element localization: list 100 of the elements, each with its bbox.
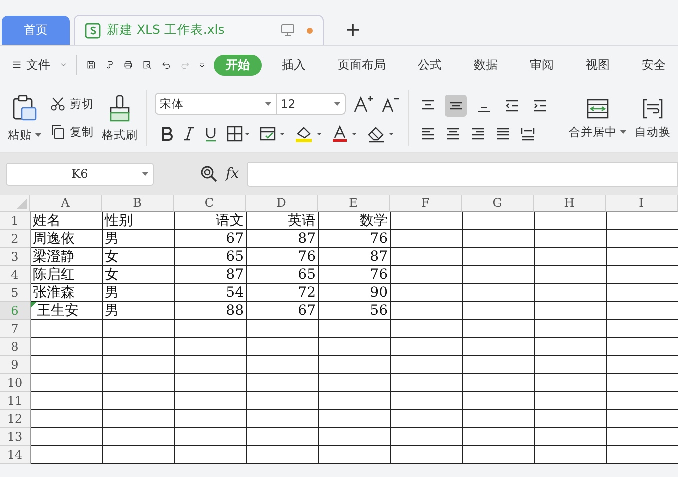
ribbon-tab[interactable]: 公式 [406,54,454,76]
row-header[interactable]: 10 [0,374,31,392]
table-cell [535,356,607,374]
function-label[interactable]: fx [226,166,240,182]
cut-button[interactable]: 剪切 [50,96,94,112]
table-cell [31,410,103,428]
align-right-icon[interactable] [470,127,486,141]
column-header[interactable]: I [606,195,678,212]
table-cell [175,446,247,464]
copy-icon [50,124,66,140]
table-cell [391,284,463,302]
table-cell [103,392,175,410]
ribbon-tab[interactable]: 视图 [574,54,622,76]
copy-button[interactable]: 复制 [50,124,94,140]
table-cell [391,428,463,446]
column-header[interactable]: F [390,195,462,212]
column-header[interactable]: B [102,195,174,212]
font-size-dropdown[interactable]: 12 [276,93,346,115]
table-cell: 87 [247,230,319,248]
zoom-icon[interactable] [200,165,218,183]
fill-color-icon[interactable] [295,125,323,143]
column-header[interactable]: H [534,195,606,212]
table-cell [391,212,463,230]
column-header[interactable]: E [318,195,390,212]
scissors-icon [50,96,66,112]
column-header[interactable]: A [30,195,102,212]
formula-input[interactable] [247,162,678,186]
table-cell [319,446,391,464]
table-cell [535,320,607,338]
new-tab-icon[interactable] [346,23,360,37]
table-cell [535,338,607,356]
row-header[interactable]: 4 [0,266,31,284]
font-color-icon[interactable] [332,125,358,143]
monitor-icon[interactable] [281,24,295,37]
table-cell [319,410,391,428]
cell-style-icon[interactable] [260,126,286,142]
table-cell [247,356,319,374]
row-header[interactable]: 9 [0,356,31,374]
table-cell [535,266,607,284]
table-cell [391,230,463,248]
borders-icon[interactable] [227,126,251,142]
table-cell [463,446,535,464]
table-cell [175,338,247,356]
file-menu[interactable]: 文件 [26,56,51,74]
paste-button[interactable]: 粘贴 [8,94,42,142]
caret-icon [142,172,149,176]
italic-icon[interactable] [183,126,195,142]
table-cell [463,410,535,428]
table-cell [463,320,535,338]
ribbon-tab[interactable]: 数据 [462,54,510,76]
table-cell [463,248,535,266]
table-cell [535,410,607,428]
bold-icon[interactable] [160,126,174,142]
eraser-icon[interactable] [367,125,395,143]
ribbon-tab[interactable]: 审阅 [518,54,566,76]
table-cell [247,338,319,356]
row-header[interactable]: 7 [0,320,31,338]
format-painter-button[interactable]: 格式刷 [102,94,138,142]
indent-icon [532,99,548,113]
row-header[interactable]: 3 [0,248,31,266]
row-header[interactable]: 12 [0,410,31,428]
column-header[interactable]: D [246,195,318,212]
table-cell [103,356,175,374]
table-cell: 87 [319,248,391,266]
align-center-icon[interactable] [445,127,461,141]
wrap-text-button[interactable]: 自动换 [635,96,671,140]
table-cell [391,248,463,266]
ribbon-tab[interactable]: 安全 [630,54,678,76]
middle-align-button[interactable] [445,95,467,117]
table-cell [31,392,103,410]
table-cell [319,392,391,410]
underline-icon[interactable] [204,126,218,142]
more-icon[interactable] [199,60,206,70]
row-header[interactable]: 8 [0,338,31,356]
table-cell: 67 [247,302,319,320]
increase-font-icon[interactable] [354,95,374,113]
justify-icon[interactable] [495,127,511,141]
column-header[interactable]: C [174,195,246,212]
row-header[interactable]: 5 [0,284,31,302]
table-cell: 88 [175,302,247,320]
name-box[interactable]: K6 [6,162,154,186]
menu-icon[interactable] [13,59,21,71]
row-header[interactable]: 13 [0,428,31,446]
table-cell: 女 [103,266,175,284]
column-header[interactable]: G [462,195,534,212]
chevron-down-icon[interactable] [60,62,66,68]
distribute-icon[interactable] [520,127,536,141]
row-header[interactable]: 11 [0,392,31,410]
table-cell [175,356,247,374]
font-dropdown[interactable]: 宋体 [155,93,277,115]
ribbon-tab[interactable]: 页面布局 [326,54,398,76]
row-header[interactable]: 1 [0,212,31,230]
table-cell: 王生安 [31,302,103,320]
row-header[interactable]: 2 [0,230,31,248]
ribbon-tab[interactable]: 插入 [270,54,318,76]
table-cell [535,392,607,410]
align-left-icon[interactable] [420,127,436,141]
table-cell: 陈启红 [31,266,103,284]
row-header[interactable]: 14 [0,446,31,464]
merge-center-button[interactable]: 合并居中 [569,96,627,140]
